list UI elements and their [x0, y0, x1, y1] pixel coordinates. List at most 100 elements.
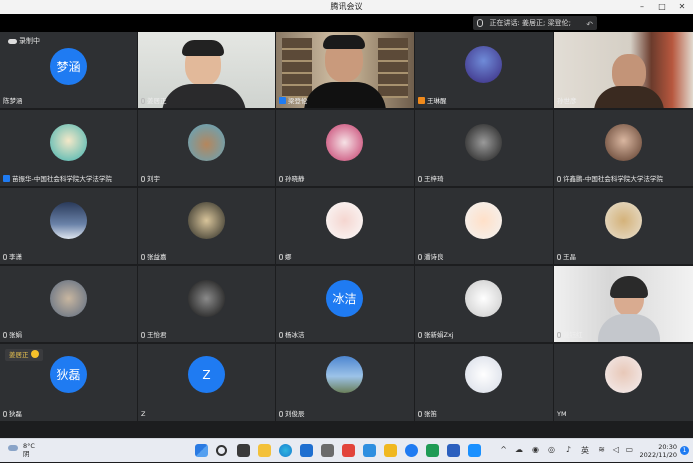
participant-tile[interactable]: 王晶 — [554, 188, 693, 264]
app-icon[interactable] — [321, 444, 334, 457]
recording-status[interactable]: 录制中 — [8, 36, 40, 46]
mic-icon — [557, 176, 561, 182]
participant-tile[interactable]: 王梓琦 — [415, 110, 553, 186]
volume-icon[interactable]: ◁ — [613, 445, 619, 454]
participant-tile[interactable]: 冰洁 杨冰洁 — [276, 266, 414, 342]
participant-tile[interactable]: 许鑫鹏-中国社会科学院大学法学院 — [554, 110, 693, 186]
participant-tile[interactable]: 苗振华-中国社会科学院大学法学院 — [0, 110, 137, 186]
participant-avatar: 梦涵 — [50, 48, 87, 85]
participant-avatar — [465, 46, 502, 83]
cloud-icon — [8, 445, 18, 451]
participant-avatar: 狄磊 — [50, 356, 87, 393]
participant-tile[interactable]: 姜居正 — [138, 32, 275, 108]
word-icon[interactable] — [447, 444, 460, 457]
participant-name: 梁登伦 — [279, 97, 308, 106]
recording-label: 录制中 — [19, 37, 40, 45]
chevron-up-icon[interactable]: ^ — [500, 445, 507, 454]
participant-tile[interactable]: Z Z — [138, 344, 275, 421]
participant-name: 张笛 — [418, 410, 437, 419]
speaking-indicator[interactable]: 正在讲话: 姜居正; 梁登伦; ↶ — [473, 16, 597, 30]
participant-tile[interactable]: YM — [554, 344, 693, 421]
participant-name: 刘俊辰 — [279, 410, 305, 419]
maximize-button[interactable]: □ — [655, 0, 669, 14]
mic-icon — [279, 176, 283, 182]
participant-tile[interactable]: 张新娟Zxj — [415, 266, 553, 342]
tray-app-icon[interactable]: ◉ — [532, 445, 539, 454]
collapse-arrow-icon[interactable]: ↶ — [586, 18, 593, 32]
tray-app-icon[interactable]: ◎ — [548, 445, 555, 454]
participant-avatar — [605, 202, 642, 239]
weather-desc: 阴 — [23, 450, 30, 458]
participant-avatar — [50, 202, 87, 239]
clock[interactable]: 20:30 2022/11/20 — [640, 443, 677, 459]
cloud-icon[interactable]: ☁ — [515, 445, 523, 454]
participant-avatar — [605, 356, 642, 393]
participant-avatar — [326, 356, 363, 393]
app-icon[interactable] — [468, 444, 481, 457]
mic-icon — [477, 19, 484, 27]
title-bar: 腾讯会议 – □ ✕ — [0, 0, 693, 14]
start-icon[interactable] — [195, 444, 208, 457]
participant-name: 许鑫鹏-中国社会科学院大学法学院 — [557, 175, 663, 184]
weather-widget[interactable]: 8°C 阴 — [8, 442, 35, 458]
participant-tile[interactable]: 王怡君 — [138, 266, 275, 342]
participant-tile[interactable]: 王琳醒 — [415, 32, 553, 108]
notification-badge[interactable]: 1 — [680, 446, 689, 455]
taskbar: 8°C 阴 ^ ☁ ◉ ◎ ♪ 英 ≋ ◁ ▭ 20:30 2022/11/20… — [0, 438, 693, 462]
app-icon[interactable] — [384, 444, 397, 457]
app-icon[interactable] — [363, 444, 376, 457]
participant-avatar — [465, 356, 502, 393]
participant-name: 张娟 — [3, 331, 22, 340]
host-icon — [3, 175, 10, 182]
participant-tile[interactable]: 孙世彦 — [554, 32, 693, 108]
participant-tile[interactable]: 娜 — [276, 188, 414, 264]
participant-name: 苗振华-中国社会科学院大学法学院 — [3, 175, 112, 184]
mic-icon — [141, 98, 145, 104]
store-icon[interactable] — [300, 444, 313, 457]
edge-icon[interactable] — [279, 444, 292, 457]
participant-avatar: 冰洁 — [326, 280, 363, 317]
microphone-icon[interactable]: ♪ — [566, 445, 571, 454]
app-icon[interactable] — [342, 444, 355, 457]
minimize-button[interactable]: – — [635, 0, 649, 14]
participant-name: 姜居正 — [141, 97, 167, 106]
participant-tile[interactable]: 戴钰红 — [554, 266, 693, 342]
participant-avatar — [50, 280, 87, 317]
search-icon[interactable] — [216, 445, 227, 456]
input-method-indicator[interactable]: 英 — [581, 445, 589, 456]
participant-tile[interactable]: 梁登伦 — [276, 32, 414, 108]
participant-name: 李潇 — [3, 253, 22, 262]
participant-name: 戴钰红 — [557, 331, 583, 340]
battery-icon[interactable]: ▭ — [625, 445, 633, 454]
participant-tile[interactable]: 张笛 — [415, 344, 553, 421]
participant-tile[interactable]: 刘俊辰 — [276, 344, 414, 421]
mic-icon — [3, 411, 7, 417]
participant-tile[interactable]: 潘诗良 — [415, 188, 553, 264]
mic-icon — [418, 254, 422, 260]
participant-name: Z — [141, 410, 146, 418]
mic-icon — [3, 332, 7, 338]
mic-icon — [141, 176, 145, 182]
mic-icon — [3, 254, 7, 260]
mic-icon — [418, 411, 422, 417]
participant-avatar — [326, 124, 363, 161]
participant-name: 狄磊 — [3, 410, 22, 419]
tencent-meeting-icon[interactable] — [405, 444, 418, 457]
participant-tile[interactable]: 孙晓静 — [276, 110, 414, 186]
task-view-icon[interactable] — [237, 444, 250, 457]
reaction-bubble: 姜居正 — [5, 349, 43, 361]
participant-tile[interactable]: 张益嘉 — [138, 188, 275, 264]
close-button[interactable]: ✕ — [675, 0, 689, 14]
participant-tile[interactable]: 李潇 — [0, 188, 137, 264]
mic-icon — [418, 332, 422, 338]
file-explorer-icon[interactable] — [258, 444, 271, 457]
participant-name: 张新娟Zxj — [418, 331, 454, 340]
mic-icon — [557, 254, 561, 260]
participant-name: 孙世彦 — [557, 97, 577, 105]
mic-icon — [279, 411, 283, 417]
excel-icon[interactable] — [426, 444, 439, 457]
participant-tile[interactable]: 刘宇 — [138, 110, 275, 186]
wifi-icon[interactable]: ≋ — [598, 445, 605, 454]
window-title: 腾讯会议 — [330, 2, 363, 11]
participant-tile[interactable]: 张娟 — [0, 266, 137, 342]
